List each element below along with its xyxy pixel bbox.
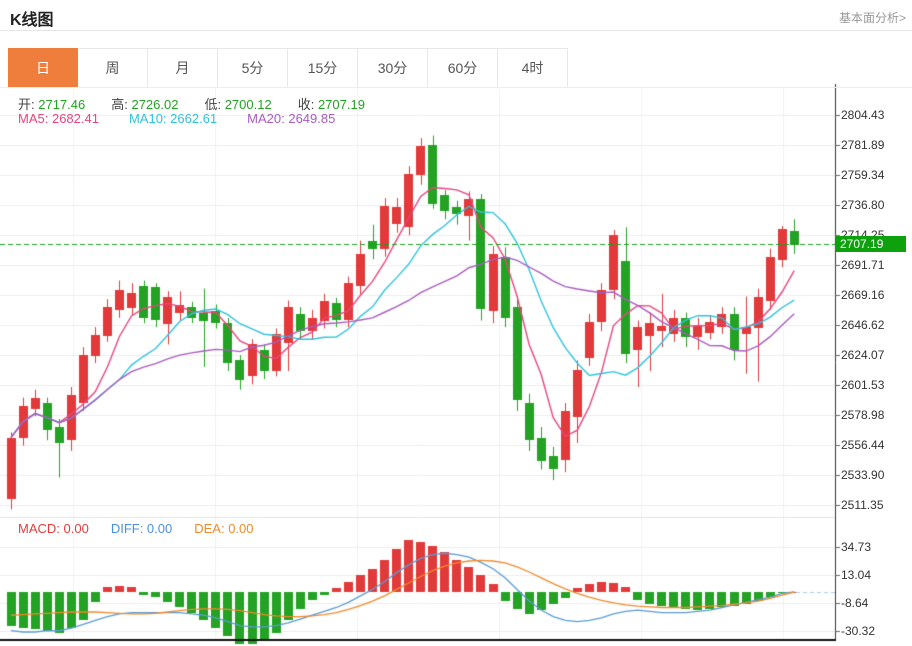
title-divider: [0, 30, 912, 31]
price-axis-tick-label: 2578.98: [841, 408, 905, 422]
tab-5分[interactable]: 5分: [218, 48, 288, 88]
tab-周[interactable]: 周: [78, 48, 148, 88]
kline-page: K线图 基本面分析> 日周月5分15分30分60分4时 开: 2717.46高:…: [0, 0, 912, 646]
macd-readout: MACD: 0.00 DIFF: 0.00 DEA: 0.00: [18, 521, 254, 536]
price-axis-tick-label: 2759.34: [841, 168, 905, 182]
price-axis-tick-label: 2646.62: [841, 318, 905, 332]
fundamental-analysis-link[interactable]: 基本面分析>: [839, 9, 906, 26]
current-price-tag: 2707.19: [836, 236, 906, 252]
tab-30分[interactable]: 30分: [358, 48, 428, 88]
macd-axis-tick-label: 13.04: [841, 568, 905, 582]
tab-60分[interactable]: 60分: [428, 48, 498, 88]
tab-4时[interactable]: 4时: [498, 48, 568, 88]
price-axis-tick-label: 2601.53: [841, 378, 905, 392]
price-axis-tick-label: 2624.07: [841, 348, 905, 362]
readout-item: MA20: 2649.85: [247, 111, 335, 126]
readout-item: DEA: 0.00: [194, 521, 253, 536]
price-axis-tick-label: 2511.35: [841, 498, 905, 512]
macd-axis-tick-label: -8.64: [841, 596, 905, 610]
price-axis-tick-label: 2533.90: [841, 468, 905, 482]
price-axis-tick-label: 2691.71: [841, 258, 905, 272]
tab-15分[interactable]: 15分: [288, 48, 358, 88]
tab-月[interactable]: 月: [148, 48, 218, 88]
price-axis-tick-label: 2669.16: [841, 288, 905, 302]
macd-axis-tick-label: -30.32: [841, 624, 905, 638]
price-axis-tick-label: 2804.43: [841, 108, 905, 122]
tabbar-underline: [0, 87, 912, 88]
price-axis-tick-label: 2556.44: [841, 438, 905, 452]
readout-item: DIFF: 0.00: [111, 521, 172, 536]
price-axis-tick-label: 2736.80: [841, 198, 905, 212]
readout-item: MACD: 0.00: [18, 521, 89, 536]
ma-readout: MA5: 2682.41 MA10: 2662.61 MA20: 2649.85: [18, 111, 335, 126]
macd-axis-tick-label: 34.73: [841, 540, 905, 554]
tab-日[interactable]: 日: [8, 48, 78, 88]
price-axis-tick-label: 2781.89: [841, 138, 905, 152]
page-title: K线图: [10, 6, 54, 30]
readout-item: MA5: 2682.41: [18, 111, 99, 126]
readout-item: MA10: 2662.61: [129, 111, 217, 126]
timeframe-tabbar: 日周月5分15分30分60分4时: [8, 48, 568, 88]
